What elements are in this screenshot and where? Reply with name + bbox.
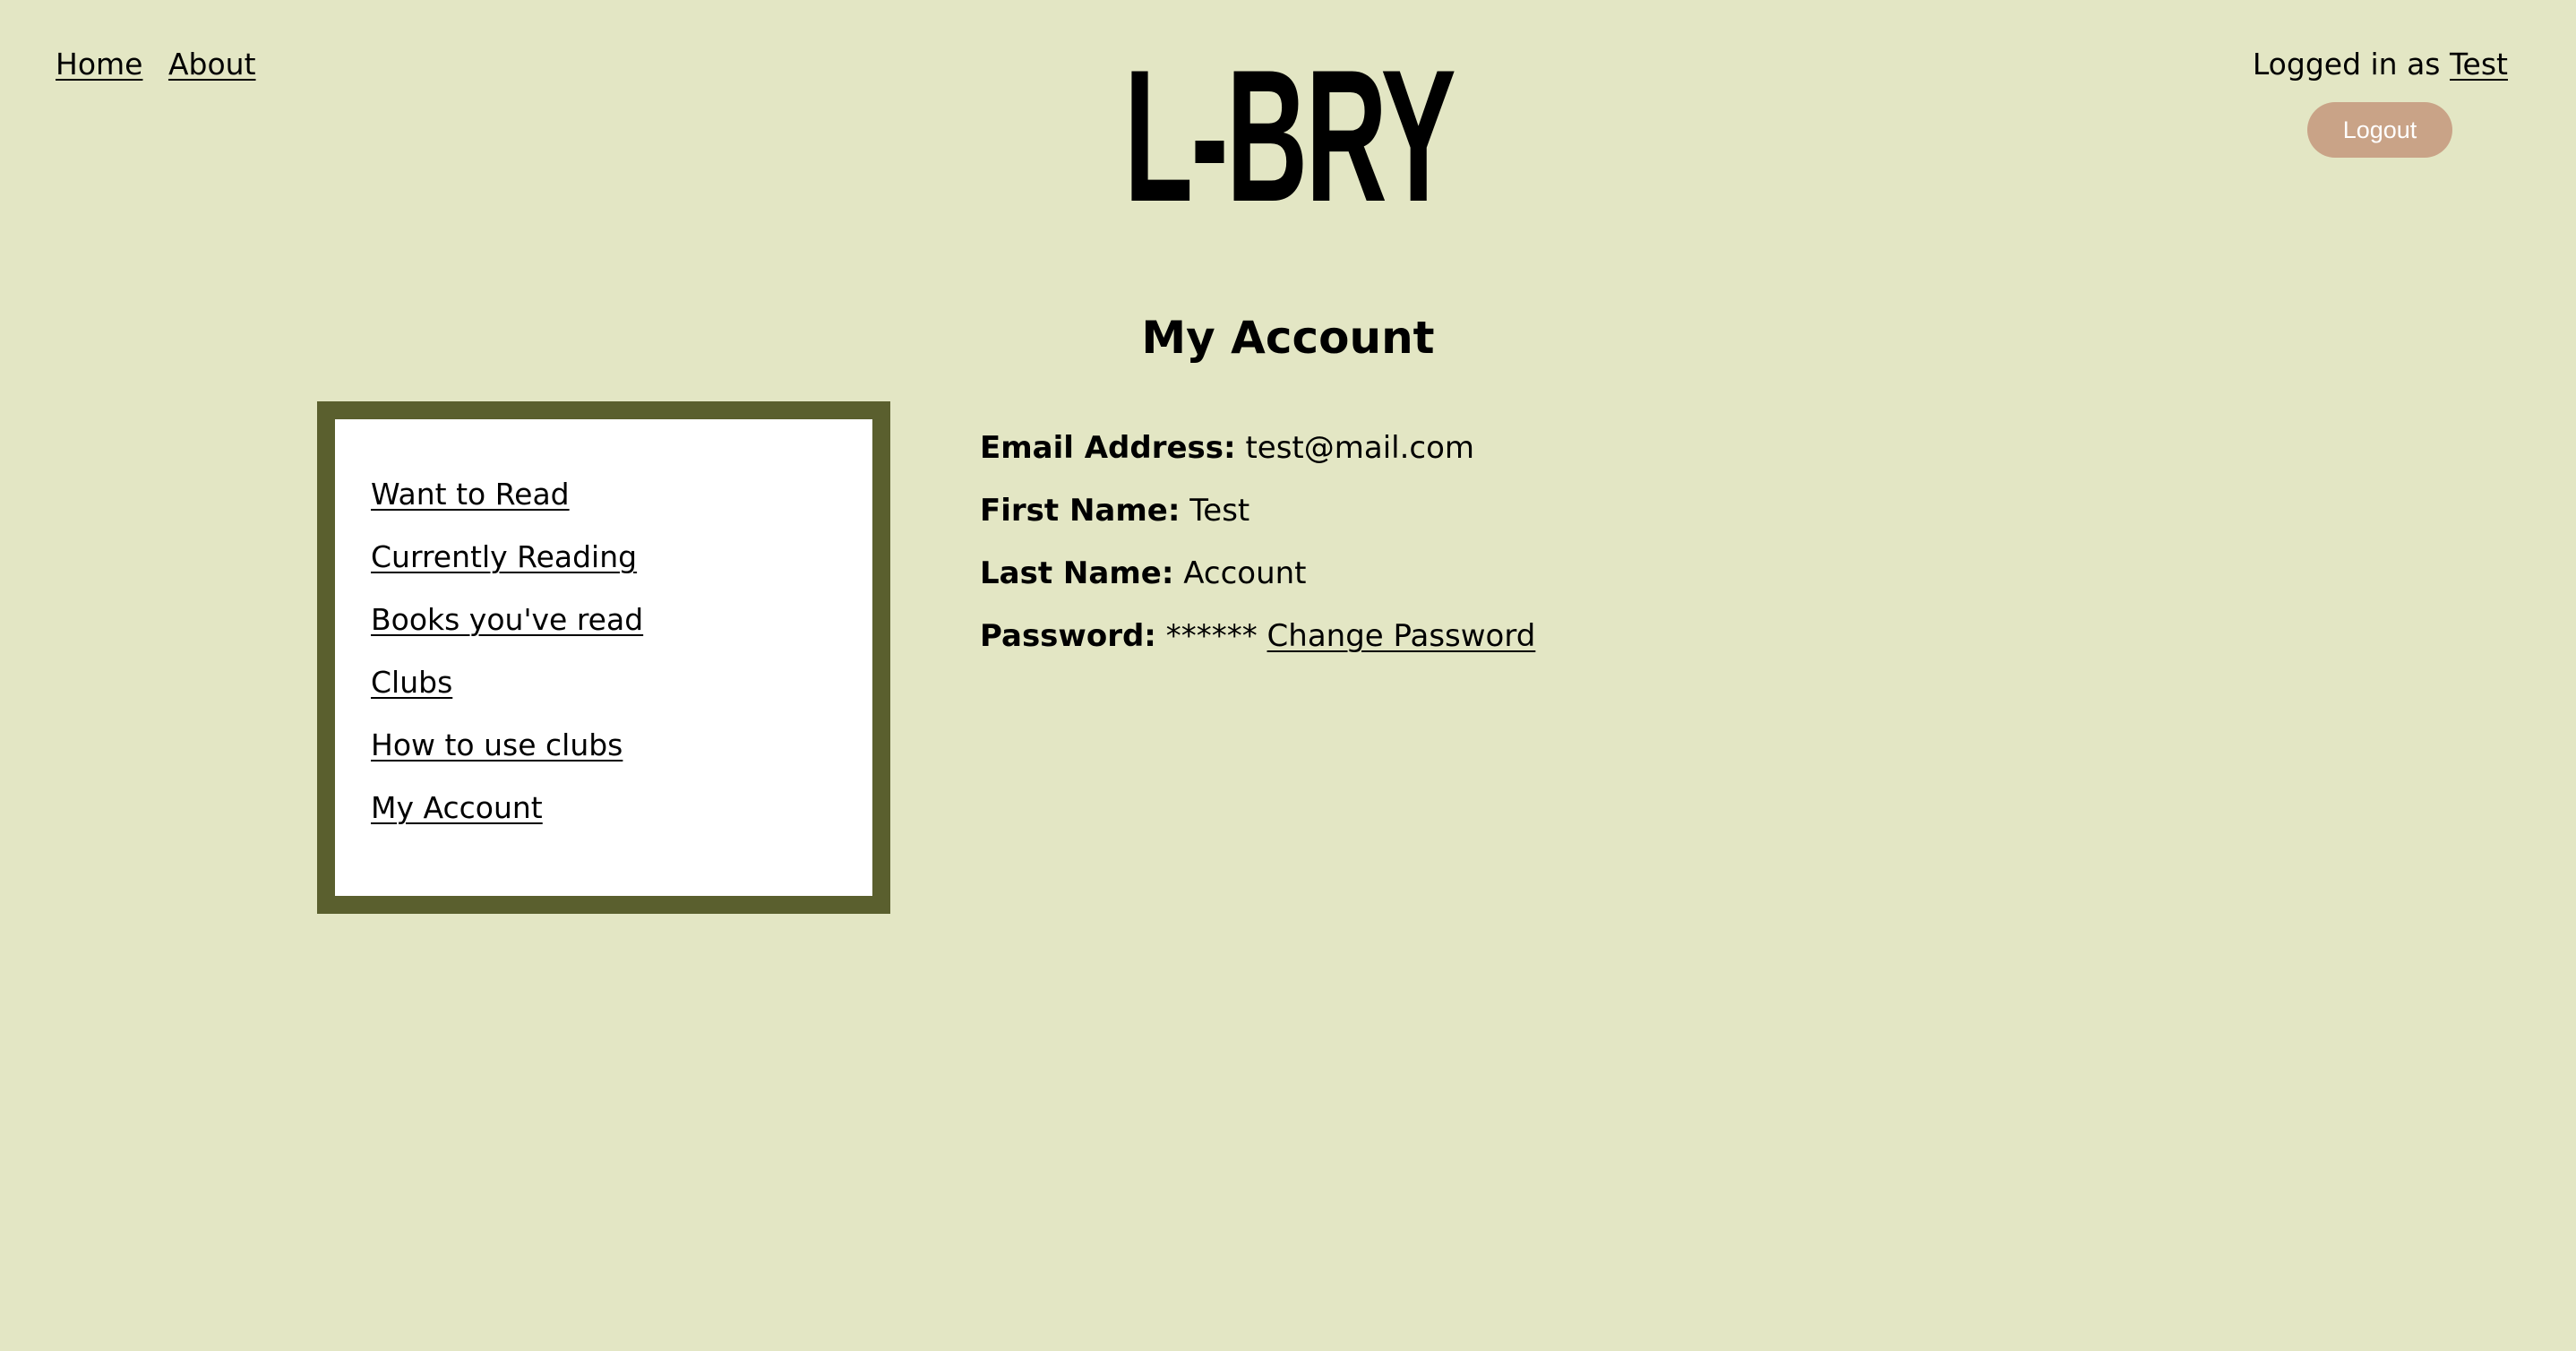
sidebar-link-want-to-read[interactable]: Want to Read: [371, 477, 570, 512]
first-name-row: First Name: Test: [980, 489, 1535, 552]
sidebar-link-how-to-use-clubs[interactable]: How to use clubs: [371, 727, 623, 762]
sidebar-item-want-to-read: Want to Read: [371, 477, 872, 539]
logout-button[interactable]: Logout: [2307, 102, 2452, 158]
change-password-link[interactable]: Change Password: [1267, 618, 1536, 654]
first-name-label: First Name:: [980, 493, 1181, 529]
sidebar-link-books-read[interactable]: Books you've read: [371, 602, 643, 637]
logged-in-label: Logged in as: [2252, 47, 2441, 82]
sidebar-menu: Want to Read Currently Reading Books you…: [317, 401, 890, 914]
user-area: Logged in as Test: [2253, 47, 2508, 82]
sidebar-list: Want to Read Currently Reading Books you…: [335, 419, 872, 853]
first-name-value: Test: [1189, 493, 1250, 529]
sidebar-link-currently-reading[interactable]: Currently Reading: [371, 539, 637, 574]
account-details: Email Address: test@mail.com First Name:…: [980, 426, 1535, 677]
password-label: Password:: [980, 618, 1156, 654]
email-row: Email Address: test@mail.com: [980, 426, 1535, 489]
sidebar-item-books-read: Books you've read: [371, 602, 872, 665]
last-name-row: Last Name: Account: [980, 552, 1535, 615]
email-value: test@mail.com: [1245, 430, 1475, 466]
last-name-value: Account: [1183, 555, 1307, 591]
nav-home-link[interactable]: Home: [56, 47, 142, 82]
sidebar-item-how-to-use-clubs: How to use clubs: [371, 727, 872, 790]
password-value: ******: [1165, 618, 1258, 654]
user-profile-link[interactable]: Test: [2450, 47, 2508, 82]
page-title: My Account: [1141, 312, 1435, 364]
sidebar-item-clubs: Clubs: [371, 665, 872, 727]
site-logo: L-BRY: [1124, 30, 1456, 241]
last-name-label: Last Name:: [980, 555, 1174, 591]
top-nav: Home About: [56, 47, 272, 82]
sidebar-link-my-account[interactable]: My Account: [371, 790, 543, 825]
sidebar-link-clubs[interactable]: Clubs: [371, 665, 452, 700]
email-label: Email Address:: [980, 430, 1236, 466]
nav-about-link[interactable]: About: [168, 47, 256, 82]
sidebar-item-my-account: My Account: [371, 790, 872, 853]
sidebar-item-currently-reading: Currently Reading: [371, 539, 872, 602]
password-row: Password: ****** Change Password: [980, 615, 1535, 677]
